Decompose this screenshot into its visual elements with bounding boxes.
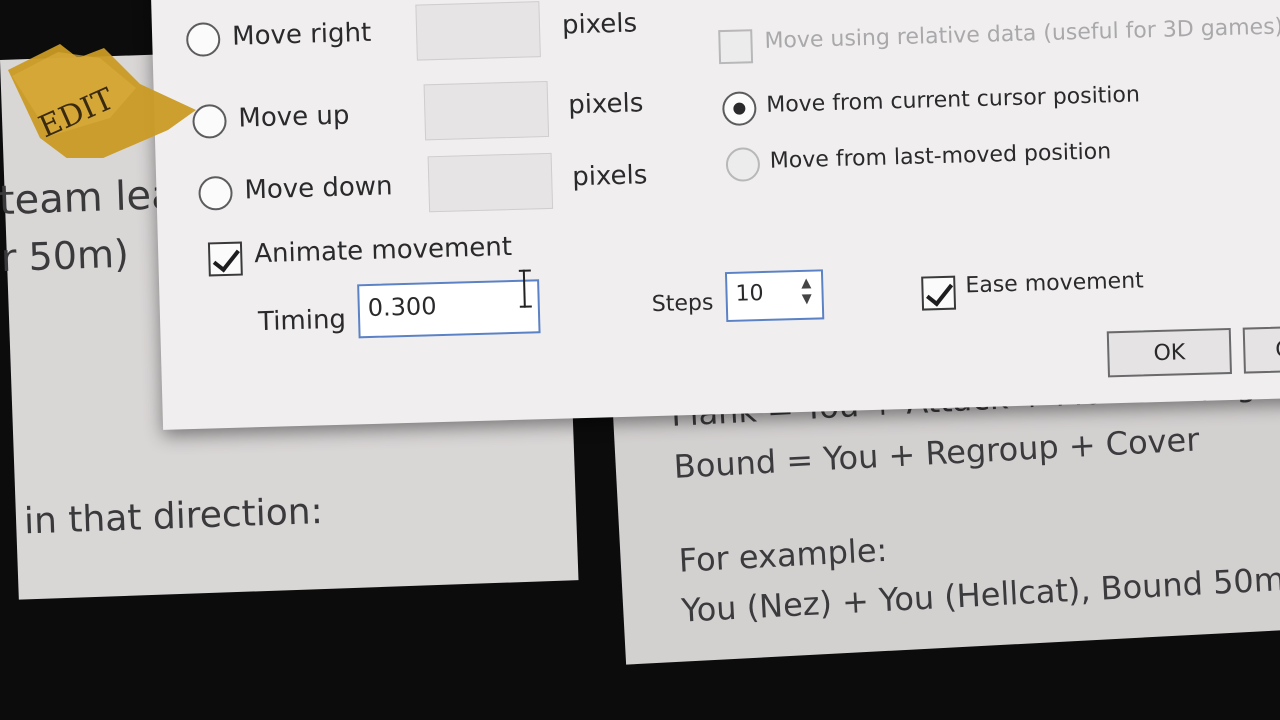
- background-text-line: For example:: [677, 530, 889, 580]
- move-up-unit: pixels: [567, 88, 644, 121]
- check-icon: [212, 243, 240, 273]
- animate-movement-checkbox[interactable]: [207, 241, 243, 277]
- ok-button[interactable]: OK: [1106, 327, 1232, 378]
- cancel-button[interactable]: C: [1242, 324, 1280, 374]
- background-text-line: r 50m): [0, 231, 130, 281]
- background-text-line: Bound = You + Regroup + Cover: [672, 420, 1201, 486]
- from-current-radio[interactable]: [721, 91, 757, 127]
- from-current-label: Move from current cursor position: [765, 82, 1141, 118]
- relative-data-label: Move using relative data (useful for 3D …: [764, 14, 1280, 54]
- relative-data-checkbox[interactable]: [718, 29, 754, 65]
- from-last-radio[interactable]: [725, 147, 761, 182]
- from-last-label: Move from last-moved position: [769, 139, 1112, 174]
- check-icon: [926, 277, 954, 307]
- spin-down-icon[interactable]: ▼: [798, 292, 816, 308]
- steps-spinner[interactable]: ▲ ▼: [797, 276, 816, 308]
- ease-movement-checkbox[interactable]: [921, 275, 957, 311]
- animate-movement-label: Animate movement: [253, 232, 513, 270]
- move-up-pixels-field[interactable]: [423, 80, 550, 141]
- move-right-label: Move right: [231, 17, 372, 52]
- move-right-pixels-field[interactable]: [415, 1, 541, 61]
- steps-input[interactable]: 10 ▲ ▼: [724, 269, 825, 323]
- move-down-label: Move down: [244, 171, 393, 206]
- text-cursor-icon: [522, 269, 530, 308]
- sticky-tape-note: EDIT: [8, 44, 196, 158]
- timing-input[interactable]: 0.300: [357, 279, 541, 339]
- spin-up-icon[interactable]: ▲: [797, 276, 815, 292]
- background-text-line: in that direction:: [23, 491, 324, 543]
- background-text-line: team lea: [0, 171, 177, 225]
- timing-label: Timing: [257, 304, 347, 338]
- ease-movement-label: Ease movement: [965, 268, 1145, 299]
- move-down-pixels-field[interactable]: [427, 152, 554, 213]
- steps-label: Steps: [651, 290, 714, 318]
- steps-value: 10: [735, 281, 764, 307]
- radio-selected-dot-icon: [733, 102, 746, 115]
- mouse-move-dialog: Move right pixels Move up pixels Move do…: [150, 0, 1280, 430]
- move-down-unit: pixels: [571, 160, 648, 193]
- move-up-label: Move up: [238, 100, 350, 134]
- move-down-radio[interactable]: [198, 175, 234, 211]
- move-right-unit: pixels: [561, 8, 638, 41]
